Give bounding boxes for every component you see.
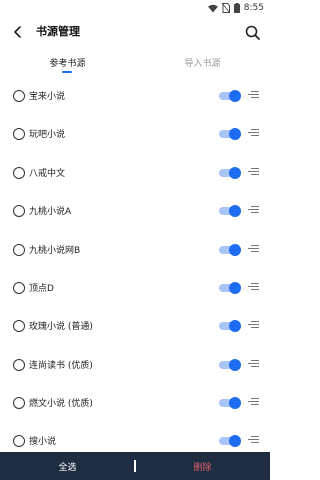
tab-reference-sources[interactable]: 参考书源 [0,50,135,76]
no-sim-icon [221,3,230,13]
select-all-button[interactable]: 全选 [0,460,135,473]
source-name: 连尚读书 (优质) [29,361,93,371]
enable-toggle[interactable] [219,128,241,140]
search-button[interactable] [241,21,263,43]
select-radio[interactable] [13,128,25,140]
list-item[interactable]: 连尚读书 (优质) [0,347,270,385]
source-name: 宝来小说 [29,92,66,102]
source-name: 八戒中文 [29,169,66,179]
list-item[interactable]: 九桃小说网B [0,232,270,270]
list-item[interactable]: 玫瑰小说 (普通) [0,308,270,346]
select-radio[interactable] [13,244,25,256]
status-bar: 8:55 [0,0,270,16]
drag-handle-icon[interactable] [248,283,259,293]
divider [134,460,136,472]
drag-handle-icon[interactable] [248,245,259,255]
drag-handle-icon[interactable] [248,129,259,139]
source-name: 九桃小说A [29,207,72,217]
source-name: 搜小说 [29,437,57,447]
drag-handle-icon[interactable] [248,168,259,178]
drag-handle-icon[interactable] [248,91,259,101]
tab-label: 导入书源 [184,59,221,69]
list-item[interactable]: 燃文小说 (优质) [0,385,270,423]
tab-label: 参考书源 [49,59,86,69]
drag-handle-icon[interactable] [248,321,259,331]
drag-handle-icon[interactable] [248,206,259,216]
enable-toggle[interactable] [219,320,241,332]
battery-icon [233,3,240,13]
select-radio[interactable] [13,205,25,217]
wifi-icon [207,4,218,12]
bottom-action-bar: 全选 删除 [0,452,270,480]
source-name: 玫瑰小说 (普通) [29,322,93,332]
list-item[interactable]: 宝来小说 [0,78,270,116]
source-name: 九桃小说网B [29,246,81,256]
drag-handle-icon[interactable] [248,398,259,408]
list-item[interactable]: 顶点D [0,270,270,308]
delete-button[interactable]: 删除 [135,460,270,473]
enable-toggle[interactable] [219,282,241,294]
select-radio[interactable] [13,167,25,179]
select-radio[interactable] [13,282,25,294]
enable-toggle[interactable] [219,359,241,371]
search-icon [245,25,260,40]
back-arrow-icon [14,26,21,38]
tab-import-sources[interactable]: 导入书源 [135,50,270,76]
source-name: 燃文小说 (优质) [29,399,93,409]
list-item[interactable]: 九桃小说A [0,193,270,231]
source-name: 顶点D [29,284,54,294]
enable-toggle[interactable] [219,435,241,447]
drag-handle-icon[interactable] [248,360,259,370]
select-radio[interactable] [13,90,25,102]
enable-toggle[interactable] [219,167,241,179]
select-radio[interactable] [13,397,25,409]
app-bar: 书源管理 [0,16,270,48]
select-radio[interactable] [13,359,25,371]
enable-toggle[interactable] [219,397,241,409]
enable-toggle[interactable] [219,205,241,217]
back-button[interactable] [8,22,28,42]
enable-toggle[interactable] [219,244,241,256]
select-radio[interactable] [13,435,25,447]
status-time: 8:55 [243,3,264,13]
list-item[interactable]: 玩吧小说 [0,116,270,154]
select-radio[interactable] [13,320,25,332]
tab-active-indicator [62,71,72,73]
source-name: 玩吧小说 [29,130,66,140]
drag-handle-icon[interactable] [248,436,259,446]
list-item[interactable]: 八戒中文 [0,155,270,193]
page-title: 书源管理 [36,25,80,38]
enable-toggle[interactable] [219,90,241,102]
tab-bar: 参考书源 导入书源 [0,50,270,76]
